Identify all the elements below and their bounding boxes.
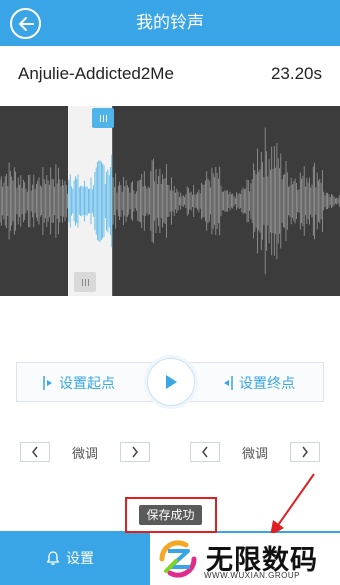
fine-tune-end-label: 微调 (241, 446, 268, 462)
save-success-toast: 保存成功 (139, 505, 202, 525)
settings-button[interactable]: 设置 (45, 531, 94, 585)
waveform-editor[interactable] (0, 106, 340, 296)
set-start-label: 设置起点 (59, 376, 115, 392)
fine-tune-start: 微调 (20, 441, 150, 463)
set-start-icon (43, 376, 52, 390)
waveform-graphic (0, 106, 340, 296)
fine-tune-start-right-button[interactable] (120, 442, 150, 462)
fine-tune-end-right-button[interactable] (290, 442, 320, 462)
watermark-subtitle: WWW.WUXIAN.GROUP (204, 571, 300, 580)
header-bar: 我的铃声 (0, 0, 340, 46)
set-end-icon (224, 376, 233, 390)
chevron-left-icon (202, 446, 208, 458)
chevron-left-icon (32, 446, 38, 458)
play-icon (166, 375, 177, 389)
watermark: 无限数码 WWW.WUXIAN.GROUP (150, 533, 340, 585)
annotation-arrow-icon (270, 473, 315, 536)
watermark-logo-icon (159, 540, 197, 578)
page-title: 我的铃声 (136, 13, 204, 33)
fine-tune-start-left-button[interactable] (20, 442, 50, 462)
chevron-right-icon (132, 446, 138, 458)
set-end-label: 设置终点 (239, 376, 295, 392)
selection-start-handle[interactable] (92, 108, 114, 128)
ringtone-editor-screen: 我的铃声 Anjulie-Addicted2Me 23.20s 设置起点 设置终… (0, 0, 340, 585)
fine-tune-end-left-button[interactable] (190, 442, 220, 462)
set-start-button[interactable]: 设置起点 (42, 363, 115, 403)
set-end-button[interactable]: 设置终点 (222, 363, 295, 403)
song-duration: 23.20s (270, 64, 322, 83)
selection-end-handle[interactable] (74, 272, 96, 292)
fine-tune-start-label: 微调 (71, 446, 98, 462)
bell-icon (46, 551, 60, 565)
play-button[interactable] (147, 358, 195, 406)
chevron-right-icon (302, 446, 308, 458)
fine-tune-end: 微调 (190, 441, 320, 463)
song-name: Anjulie-Addicted2Me (18, 64, 174, 83)
settings-label: 设置 (66, 551, 94, 567)
